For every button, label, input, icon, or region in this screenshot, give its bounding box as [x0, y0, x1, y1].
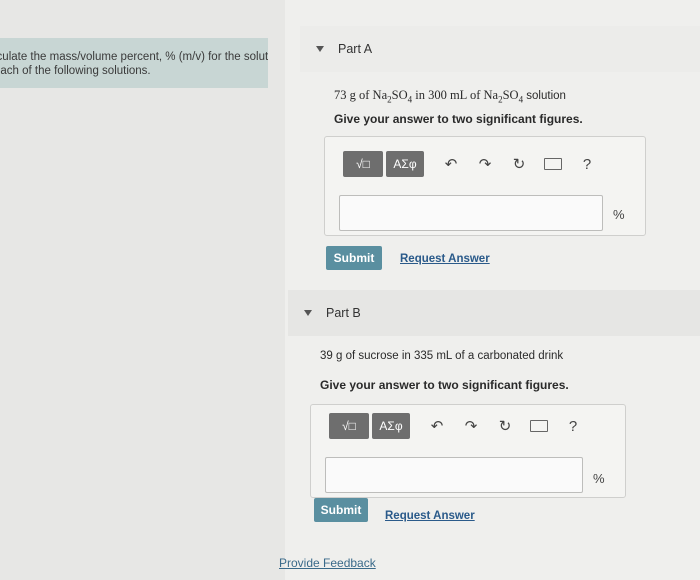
keyboard-icon[interactable] [540, 158, 566, 170]
instruction-line-2: each of the following solutions. [0, 65, 151, 77]
part-a-answer-input[interactable] [339, 195, 603, 231]
part-a-instruction: Give your answer to two significant figu… [334, 112, 583, 126]
instruction-line-1: lculate the mass/volume percent, % (m/v)… [0, 51, 268, 63]
provide-feedback-link[interactable]: Provide Feedback [279, 556, 376, 570]
part-a-answer-box: √□ ΑΣφ ↶ ↷ ↻ ? % [324, 136, 646, 236]
chevron-down-icon [304, 310, 312, 316]
greek-icon: ΑΣφ [393, 157, 417, 171]
part-a-submit-button[interactable]: Submit [326, 246, 382, 270]
part-b-header[interactable]: Part B [288, 290, 700, 336]
template-icon: √□ [342, 419, 356, 433]
part-b-answer-input[interactable] [325, 457, 583, 493]
redo-icon[interactable]: ↷ [472, 155, 498, 173]
part-a-title: Part A [338, 42, 373, 56]
greek-button[interactable]: ΑΣφ [386, 151, 424, 177]
part-b-unit: % [593, 471, 605, 486]
part-a-header[interactable]: Part A [300, 26, 700, 72]
part-b-toolbar: √□ ΑΣφ ↶ ↷ ↻ ? [329, 413, 586, 439]
undo-icon[interactable]: ↶ [424, 417, 450, 435]
greek-button[interactable]: ΑΣφ [372, 413, 410, 439]
part-b-instruction: Give your answer to two significant figu… [320, 378, 569, 392]
keyboard-icon[interactable] [526, 420, 552, 432]
part-b-submit-button[interactable]: Submit [314, 498, 368, 522]
template-icon: √□ [356, 157, 370, 171]
template-button[interactable]: √□ [343, 151, 383, 177]
reset-icon[interactable]: ↻ [492, 417, 518, 435]
chevron-down-icon [316, 46, 324, 52]
part-a-unit: % [613, 207, 625, 222]
help-icon[interactable]: ? [574, 156, 600, 173]
greek-icon: ΑΣφ [379, 419, 403, 433]
reset-icon[interactable]: ↻ [506, 155, 532, 173]
part-a-question: 73 g of Na2SO4 in 300 mL of Na2SO4 solut… [334, 88, 566, 105]
part-b-title: Part B [326, 306, 361, 320]
help-icon[interactable]: ? [560, 418, 586, 435]
template-button[interactable]: √□ [329, 413, 369, 439]
part-a-request-answer-link[interactable]: Request Answer [400, 253, 490, 265]
part-a-toolbar: √□ ΑΣφ ↶ ↷ ↻ ? [343, 151, 600, 177]
part-b-answer-box: √□ ΑΣφ ↶ ↷ ↻ ? % [310, 404, 626, 498]
redo-icon[interactable]: ↷ [458, 417, 484, 435]
instruction-box: lculate the mass/volume percent, % (m/v)… [0, 38, 268, 88]
part-b-request-answer-link[interactable]: Request Answer [385, 510, 475, 522]
undo-icon[interactable]: ↶ [438, 155, 464, 173]
part-b-question: 39 g of sucrose in 335 mL of a carbonate… [320, 350, 564, 362]
